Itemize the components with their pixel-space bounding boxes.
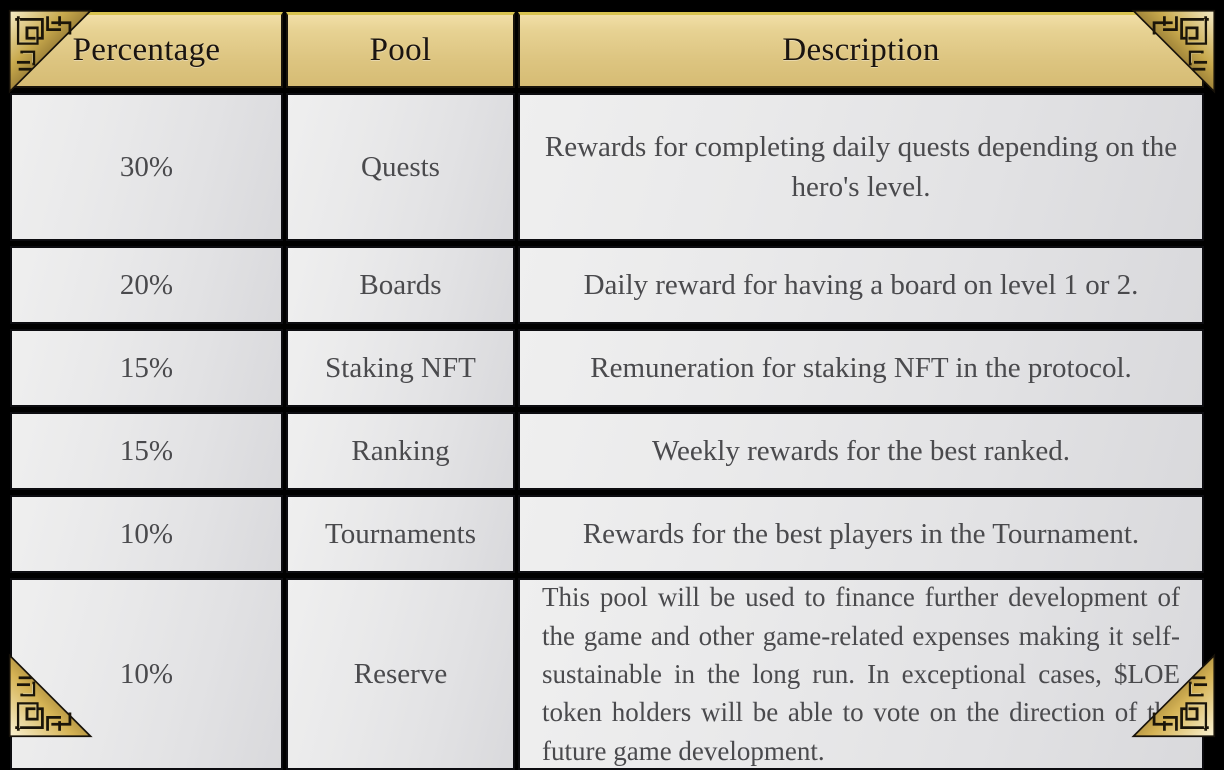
- token-distribution-table: Percentage Pool Description 30% Quests R…: [10, 12, 1204, 770]
- cell-percentage: 15%: [10, 412, 283, 490]
- table-header-row: Percentage Pool Description: [10, 12, 1204, 88]
- percentage-value: 10%: [119, 517, 174, 550]
- percentage-value: 20%: [119, 268, 174, 301]
- cell-pool: Staking NFT: [286, 329, 515, 407]
- description-text: Daily reward for having a board on level…: [583, 268, 1139, 301]
- table-row: 30% Quests Rewards for completing daily …: [10, 93, 1204, 241]
- cell-description: Daily reward for having a board on level…: [518, 246, 1204, 324]
- pool-name: Staking NFT: [325, 351, 476, 384]
- cell-pool: Tournaments: [286, 495, 515, 573]
- cell-percentage: 10%: [10, 495, 283, 573]
- cell-description: Remuneration for staking NFT in the prot…: [518, 329, 1204, 407]
- pool-name: Ranking: [351, 434, 450, 467]
- description-text: Rewards for completing daily quests depe…: [544, 130, 1178, 203]
- table-row: 10% Tournaments Rewards for the best pla…: [10, 495, 1204, 573]
- percentage-value: 15%: [119, 434, 174, 467]
- cell-description: This pool will be used to finance furthe…: [518, 578, 1204, 770]
- cell-percentage: 30%: [10, 93, 283, 241]
- column-header-percentage-label: Percentage: [72, 32, 221, 68]
- pool-name: Boards: [359, 268, 442, 301]
- percentage-value: 15%: [119, 351, 174, 384]
- cell-pool: Ranking: [286, 412, 515, 490]
- column-header-percentage: Percentage: [10, 12, 283, 88]
- table-row: 15% Staking NFT Remuneration for staking…: [10, 329, 1204, 407]
- description-text: Weekly rewards for the best ranked.: [652, 434, 1070, 467]
- table-row: 15% Ranking Weekly rewards for the best …: [10, 412, 1204, 490]
- column-header-description: Description: [518, 12, 1204, 88]
- column-header-description-label: Description: [782, 32, 940, 68]
- pool-name: Quests: [361, 150, 440, 183]
- percentage-value: 10%: [119, 657, 174, 690]
- cell-percentage: 10%: [10, 578, 283, 770]
- cell-percentage: 20%: [10, 246, 283, 324]
- cell-description: Rewards for the best players in the Tour…: [518, 495, 1204, 573]
- column-header-pool: Pool: [286, 12, 515, 88]
- cell-description: Rewards for completing daily quests depe…: [518, 93, 1204, 241]
- cell-percentage: 15%: [10, 329, 283, 407]
- cell-description: Weekly rewards for the best ranked.: [518, 412, 1204, 490]
- pool-name: Tournaments: [325, 517, 476, 550]
- cell-pool: Quests: [286, 93, 515, 241]
- pool-name: Reserve: [353, 657, 448, 690]
- table-row: 10% Reserve This pool will be used to fi…: [10, 578, 1204, 770]
- percentage-value: 30%: [119, 150, 174, 183]
- description-text: Rewards for the best players in the Tour…: [582, 517, 1140, 550]
- table-row: 20% Boards Daily reward for having a boa…: [10, 246, 1204, 324]
- description-text: This pool will be used to finance furthe…: [542, 582, 1180, 766]
- table-canvas: Percentage Pool Description 30% Quests R…: [0, 0, 1224, 770]
- description-text: Remuneration for staking NFT in the prot…: [590, 351, 1132, 384]
- column-header-pool-label: Pool: [369, 32, 432, 68]
- cell-pool: Boards: [286, 246, 515, 324]
- cell-pool: Reserve: [286, 578, 515, 770]
